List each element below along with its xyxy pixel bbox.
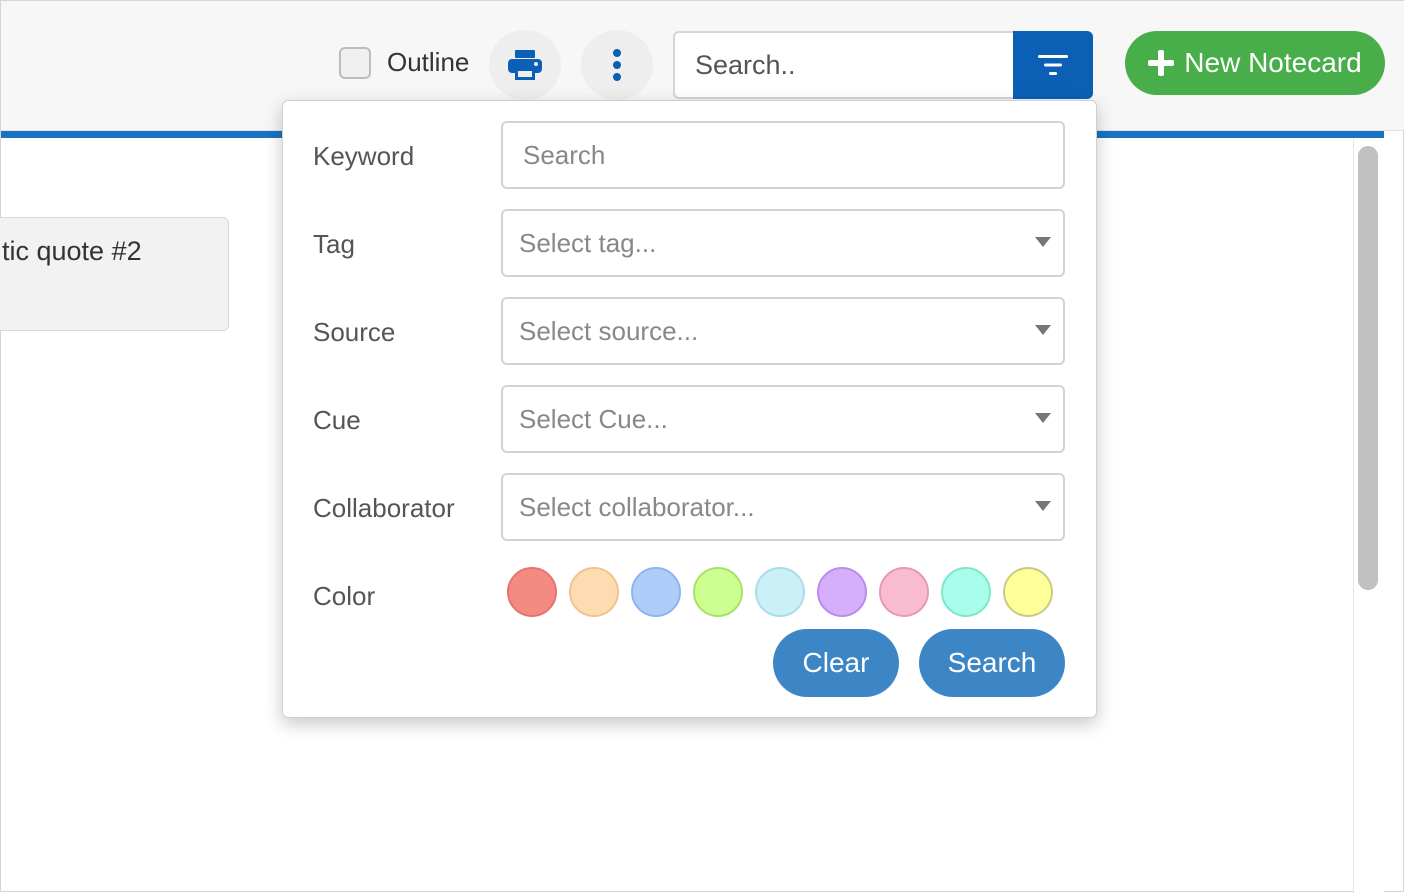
collaborator-placeholder: Select collaborator... bbox=[519, 492, 755, 522]
notecard-title: tic quote #2 bbox=[2, 236, 142, 266]
new-notecard-label: New Notecard bbox=[1184, 47, 1362, 78]
tag-label: Tag bbox=[313, 229, 355, 259]
chevron-down-icon bbox=[1035, 501, 1051, 511]
notecard[interactable]: tic quote #2 bbox=[0, 217, 229, 331]
color-swatch-teal[interactable] bbox=[941, 567, 991, 617]
outline-label: Outline bbox=[387, 47, 470, 77]
print-button[interactable] bbox=[489, 30, 561, 100]
app-frame: Outline New Notecard bbox=[0, 0, 1404, 893]
chevron-down-icon bbox=[1035, 325, 1051, 335]
source-label: Source bbox=[313, 317, 396, 347]
keyword-placeholder: Search bbox=[523, 140, 606, 170]
color-label: Color bbox=[313, 581, 376, 611]
color-swatch-orange[interactable] bbox=[569, 567, 619, 617]
more-options-button[interactable] bbox=[581, 30, 653, 100]
source-select[interactable]: Select source... bbox=[501, 297, 1065, 365]
color-swatch-yellow[interactable] bbox=[1003, 567, 1053, 617]
color-swatch-purple[interactable] bbox=[817, 567, 867, 617]
color-swatch-pink[interactable] bbox=[879, 567, 929, 617]
source-placeholder: Select source... bbox=[519, 316, 699, 346]
cue-select[interactable]: Select Cue... bbox=[501, 385, 1065, 453]
clear-button[interactable]: Clear bbox=[773, 629, 899, 697]
keyword-label: Keyword bbox=[313, 141, 415, 171]
search-input[interactable] bbox=[673, 31, 1015, 99]
chevron-down-icon bbox=[1035, 413, 1051, 423]
vertical-dots-icon bbox=[613, 49, 621, 81]
color-swatch-green[interactable] bbox=[693, 567, 743, 617]
chevron-down-icon bbox=[1035, 237, 1051, 247]
outline-checkbox[interactable] bbox=[339, 47, 371, 79]
scrollbar-thumb[interactable] bbox=[1358, 146, 1378, 590]
tag-select[interactable]: Select tag... bbox=[501, 209, 1065, 277]
cue-placeholder: Select Cue... bbox=[519, 404, 668, 434]
cue-label: Cue bbox=[313, 405, 361, 435]
filter-icon bbox=[1038, 55, 1068, 75]
color-swatch-red[interactable] bbox=[507, 567, 557, 617]
printer-icon bbox=[508, 50, 542, 80]
color-swatch-blue[interactable] bbox=[631, 567, 681, 617]
tag-placeholder: Select tag... bbox=[519, 228, 657, 258]
search-button[interactable]: Search bbox=[919, 629, 1065, 697]
plus-icon bbox=[1148, 50, 1175, 76]
filter-toggle-button[interactable] bbox=[1013, 31, 1093, 99]
keyword-input[interactable]: Search bbox=[501, 121, 1065, 189]
new-notecard-button[interactable]: New Notecard bbox=[1125, 31, 1385, 95]
filter-panel: Keyword Search Tag Select tag... Source … bbox=[282, 100, 1097, 718]
color-swatch-light-blue[interactable] bbox=[755, 567, 805, 617]
collaborator-label: Collaborator bbox=[313, 493, 455, 523]
collaborator-select[interactable]: Select collaborator... bbox=[501, 473, 1065, 541]
